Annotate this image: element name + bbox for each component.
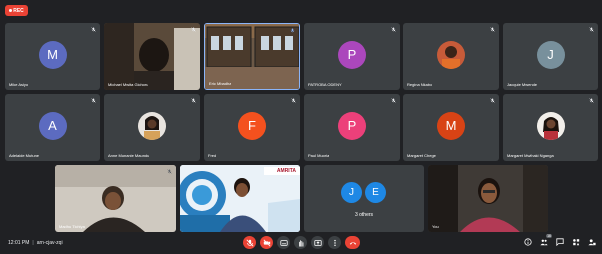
- mic-muted-icon: [191, 27, 196, 32]
- participant-name: Fred: [208, 153, 217, 158]
- participant-name: Jacquie Mwende: [507, 82, 538, 87]
- institution-banner: AMRITA: [276, 168, 296, 174]
- captions-button[interactable]: [277, 236, 290, 249]
- mic-muted-icon: [589, 98, 594, 103]
- participant-tile[interactable]: P Paul Muoria: [304, 94, 400, 161]
- avatar: F: [238, 111, 266, 140]
- activities-icon: [573, 239, 580, 246]
- hand-icon: [298, 239, 303, 247]
- participant-tile[interactable]: M Margaret Chege: [403, 94, 499, 161]
- raise-hand-button[interactable]: [294, 236, 307, 249]
- participant-name: Anne Munanie Maundu: [108, 153, 150, 158]
- participant-tile[interactable]: J Jacquie Mwende: [503, 23, 598, 90]
- participant-tile[interactable]: M Mike Asiyo: [5, 23, 100, 90]
- people-button[interactable]: 16: [540, 234, 552, 246]
- meeting-details-button[interactable]: [524, 238, 532, 246]
- avatar: P: [338, 40, 366, 69]
- video-feed-image: [104, 23, 200, 90]
- participant-name: Adelaide Mutune: [9, 153, 40, 158]
- more-vertical-icon: [333, 239, 336, 246]
- participant-tile[interactable]: Michael Mwita Gichoru: [104, 23, 200, 90]
- participant-name: Eric Mbadha: [209, 81, 232, 86]
- call-controls: [243, 236, 360, 249]
- side-panel-controls: 16: [524, 234, 596, 246]
- more-options-button[interactable]: [328, 236, 341, 249]
- participant-name: You: [432, 224, 439, 229]
- avatar: P: [338, 111, 366, 140]
- mic-muted-icon: [391, 27, 396, 32]
- avatar: J: [536, 40, 565, 69]
- mic-muted-icon: [91, 98, 96, 103]
- video-feed-image: [55, 165, 176, 232]
- self-view-tile[interactable]: You: [428, 165, 548, 232]
- recording-label: REC: [13, 7, 24, 14]
- avatar: M: [38, 40, 67, 69]
- participant-name: Michael Mwita Gichoru: [108, 82, 149, 87]
- mic-muted-icon: [589, 27, 594, 32]
- participant-count-badge: 16: [546, 234, 552, 238]
- mic-off-icon: [246, 239, 253, 246]
- video-feed-image: [180, 165, 300, 232]
- avatar: E: [365, 182, 386, 203]
- lock-person-icon: [588, 239, 596, 246]
- captions-icon: [279, 239, 288, 246]
- mic-muted-icon: [167, 169, 172, 174]
- participant-name: Paul Muoria: [308, 153, 330, 158]
- record-dot-icon: [9, 9, 13, 12]
- participant-name: PATROBA ODENY: [308, 82, 342, 87]
- present-icon: [313, 239, 322, 246]
- video-feed-image: [428, 165, 548, 232]
- participant-tile[interactable]: Regina Nkabo: [403, 23, 499, 90]
- mic-muted-icon: [490, 27, 495, 32]
- info-icon: [524, 238, 532, 246]
- mic-muted-icon: [490, 98, 495, 103]
- host-controls-button[interactable]: [588, 238, 596, 246]
- camera-off-icon: [263, 239, 270, 246]
- avatar: M: [437, 111, 465, 140]
- leave-call-button[interactable]: [345, 236, 360, 249]
- bottom-toolbar: 12:01 PM | arn-cjav-zqi 16: [0, 232, 602, 254]
- chat-button[interactable]: [556, 238, 564, 246]
- mic-muted-icon: [391, 98, 396, 103]
- participant-tile[interactable]: F Fred: [204, 94, 300, 161]
- others-tile[interactable]: J E 3 others: [304, 165, 424, 232]
- people-icon: [540, 239, 548, 246]
- participant-tile[interactable]: Anne Munanie Maundu: [104, 94, 200, 161]
- activities-button[interactable]: [572, 238, 580, 246]
- meeting-details: 12:01 PM | arn-cjav-zqi: [8, 240, 63, 246]
- participant-tile[interactable]: Madhu Tichiya: [55, 165, 176, 232]
- others-count-label: 3 others: [354, 212, 374, 218]
- microphone-toggle-button[interactable]: [243, 236, 256, 249]
- speaking-indicator-icon: [290, 28, 295, 33]
- recording-indicator: REC: [5, 5, 28, 16]
- participant-tile[interactable]: A Adelaide Mutune: [5, 94, 100, 161]
- chat-icon: [556, 238, 564, 246]
- participant-name: Madhu Tichiya: [59, 224, 85, 229]
- profile-photo-avatar: [138, 111, 166, 140]
- avatar: J: [341, 182, 362, 203]
- participant-tile[interactable]: P PATROBA ODENY: [304, 23, 400, 90]
- participant-name: Regina Nkabo: [407, 82, 433, 87]
- hang-up-icon: [349, 241, 356, 245]
- participant-tile[interactable]: AMRITA: [180, 165, 300, 232]
- participant-tile[interactable]: Margaret Mwihaki Nganga: [503, 94, 598, 161]
- mic-muted-icon: [91, 27, 96, 32]
- participant-name: Mike Asiyo: [9, 82, 29, 87]
- participant-name: Margaret Chege: [407, 153, 436, 158]
- participant-name: Margaret Mwihaki Nganga: [507, 153, 554, 158]
- participant-tile-active-speaker[interactable]: Eric Mbadha: [204, 23, 300, 90]
- mic-muted-icon: [191, 98, 196, 103]
- avatar: A: [38, 111, 67, 140]
- present-screen-button[interactable]: [311, 236, 324, 249]
- mic-muted-icon: [291, 98, 296, 103]
- camera-toggle-button[interactable]: [260, 236, 273, 249]
- profile-photo-avatar: [536, 111, 565, 140]
- profile-photo-avatar: [437, 40, 465, 69]
- clock-time: 12:01 PM: [8, 240, 30, 246]
- meeting-code: arn-cjav-zqi: [36, 240, 63, 246]
